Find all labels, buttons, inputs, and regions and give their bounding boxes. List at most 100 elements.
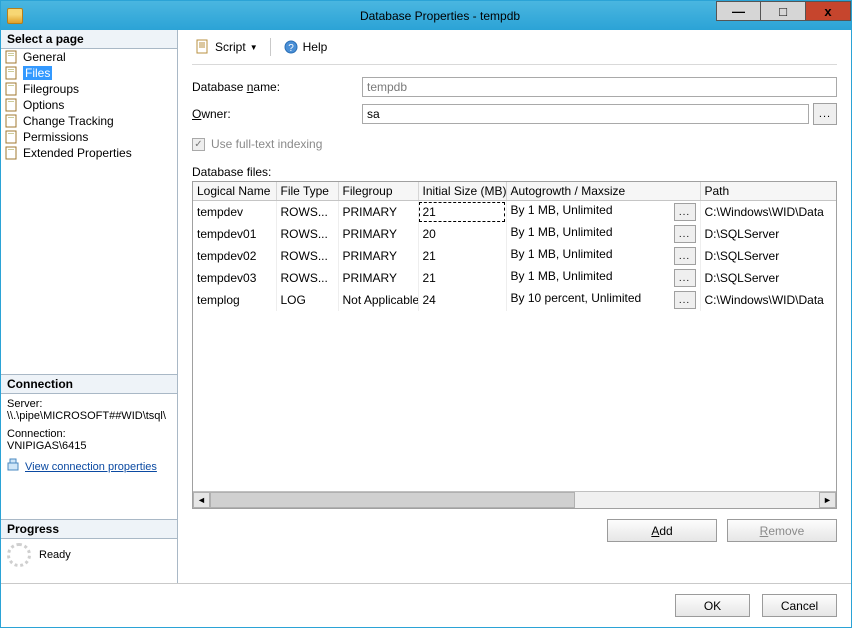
script-label: Script [215,40,246,54]
files-grid[interactable]: Logical Name File Type Filegroup Initial… [192,181,837,509]
cell-logical[interactable]: tempdev03 [193,267,276,289]
script-button[interactable]: Script ▼ [192,38,261,56]
scroll-track[interactable] [210,492,819,508]
content: Script ▼ ? Help Database name: Owner: ..… [178,30,851,583]
database-name-input [362,77,837,97]
sidebar-item-change-tracking[interactable]: Change Tracking [1,113,177,129]
minimize-button[interactable]: — [716,1,761,21]
server-value: \\.\pipe\MICROSOFT##WID\tsql\ [7,410,171,422]
sidebar-item-extended-properties[interactable]: Extended Properties [1,145,177,161]
cell-autogrowth[interactable]: By 1 MB, Unlimited... [506,245,700,267]
cell-filetype[interactable]: ROWS... [276,201,338,224]
cell-filegroup[interactable]: PRIMARY [338,223,418,245]
cell-logical[interactable]: tempdev02 [193,245,276,267]
owner-browse-button[interactable]: ... [813,103,837,125]
table-row[interactable]: tempdev01ROWS...PRIMARY20By 1 MB, Unlimi… [193,223,836,245]
cell-logical[interactable]: templog [193,289,276,311]
header-file-type[interactable]: File Type [276,182,338,201]
fulltext-label: Use full-text indexing [211,137,322,151]
help-label: Help [303,40,328,54]
app-icon [7,8,23,24]
view-connection-properties-label: View connection properties [25,461,157,473]
cell-autogrowth[interactable]: By 1 MB, Unlimited... [506,223,700,245]
cell-autogrowth[interactable]: By 10 percent, Unlimited... [506,289,700,311]
page-icon [5,98,19,112]
cell-filetype[interactable]: ROWS... [276,223,338,245]
sidebar-item-label: Change Tracking [23,114,114,128]
cell-path[interactable]: D:\SQLServer [700,245,836,267]
help-button[interactable]: ? Help [280,38,331,56]
sidebar-item-permissions[interactable]: Permissions [1,129,177,145]
cell-logical[interactable]: tempdev01 [193,223,276,245]
close-button[interactable]: x [806,1,851,21]
sidebar-item-filegroups[interactable]: Filegroups [1,81,177,97]
scroll-right-button[interactable]: ► [819,492,836,508]
table-row[interactable]: tempdev02ROWS...PRIMARY21By 1 MB, Unlimi… [193,245,836,267]
add-button[interactable]: Add [607,519,717,542]
cell-path[interactable]: C:\Windows\WID\Data [700,289,836,311]
scroll-thumb[interactable] [210,492,575,508]
cell-filegroup[interactable]: PRIMARY [338,201,418,224]
cell-logical[interactable]: tempdev [193,201,276,224]
ok-button[interactable]: OK [675,594,750,617]
view-connection-properties-link[interactable]: View connection properties [7,458,171,475]
owner-label: Owner: [192,107,362,121]
autogrowth-browse-button[interactable]: ... [674,291,696,309]
cell-size[interactable]: 21 [418,267,506,289]
cell-filegroup[interactable]: PRIMARY [338,267,418,289]
table-row[interactable]: templogLOGNot Applicable24By 10 percent,… [193,289,836,311]
window-controls: — □ x [716,1,851,21]
cell-size[interactable]: 20 [418,223,506,245]
cell-path[interactable]: D:\SQLServer [700,223,836,245]
select-page-header: Select a page [1,30,177,49]
cancel-button[interactable]: Cancel [762,594,837,617]
table-row[interactable]: tempdev03ROWS...PRIMARY21By 1 MB, Unlimi… [193,267,836,289]
cell-size[interactable]: 24 [418,289,506,311]
sidebar: Select a page General Files Filegroups O… [1,30,178,583]
dropdown-arrow-icon: ▼ [250,43,258,52]
header-filegroup[interactable]: Filegroup [338,182,418,201]
maximize-button[interactable]: □ [761,1,806,21]
cell-filegroup[interactable]: PRIMARY [338,245,418,267]
dialog-button-bar: OK Cancel [1,583,851,627]
autogrowth-browse-button[interactable]: ... [674,269,696,287]
cell-size[interactable]: 21 [418,245,506,267]
autogrowth-browse-button[interactable]: ... [674,225,696,243]
cell-filetype[interactable]: ROWS... [276,245,338,267]
toolbar: Script ▼ ? Help [192,36,837,65]
cell-filegroup[interactable]: Not Applicable [338,289,418,311]
help-icon: ? [283,39,299,55]
connection-value: VNIPIGAS\6415 [7,440,171,452]
fulltext-checkbox-row: ✓ Use full-text indexing [192,137,837,151]
cell-path[interactable]: C:\Windows\WID\Data [700,201,836,224]
fulltext-checkbox: ✓ [192,138,205,151]
sidebar-item-general[interactable]: General [1,49,177,65]
cell-filetype[interactable]: LOG [276,289,338,311]
database-name-label: Database name: [192,80,362,94]
scroll-left-button[interactable]: ◄ [193,492,210,508]
header-path[interactable]: Path [700,182,836,201]
horizontal-scrollbar[interactable]: ◄ ► [193,491,836,508]
autogrowth-browse-button[interactable]: ... [674,247,696,265]
cell-autogrowth[interactable]: By 1 MB, Unlimited... [506,267,700,289]
sidebar-item-label: Files [23,66,52,80]
grid-header-row: Logical Name File Type Filegroup Initial… [193,182,836,201]
script-icon [195,39,211,55]
cell-size[interactable]: 21 [418,201,506,224]
table-row[interactable]: tempdevROWS...PRIMARY21By 1 MB, Unlimite… [193,201,836,224]
toolbar-separator [270,38,271,56]
owner-input[interactable] [362,104,809,124]
header-autogrowth[interactable]: Autogrowth / Maxsize [506,182,700,201]
sidebar-item-files[interactable]: Files [1,65,177,81]
cell-path[interactable]: D:\SQLServer [700,267,836,289]
server-label: Server: [7,398,171,410]
connection-header: Connection [1,374,177,394]
cell-autogrowth[interactable]: By 1 MB, Unlimited... [506,201,700,224]
progress-body: Ready [1,539,177,571]
sidebar-item-options[interactable]: Options [1,97,177,113]
autogrowth-browse-button[interactable]: ... [674,203,696,221]
cell-filetype[interactable]: ROWS... [276,267,338,289]
header-initial-size[interactable]: Initial Size (MB) [418,182,506,201]
header-logical-name[interactable]: Logical Name [193,182,276,201]
progress-status: Ready [39,549,71,561]
